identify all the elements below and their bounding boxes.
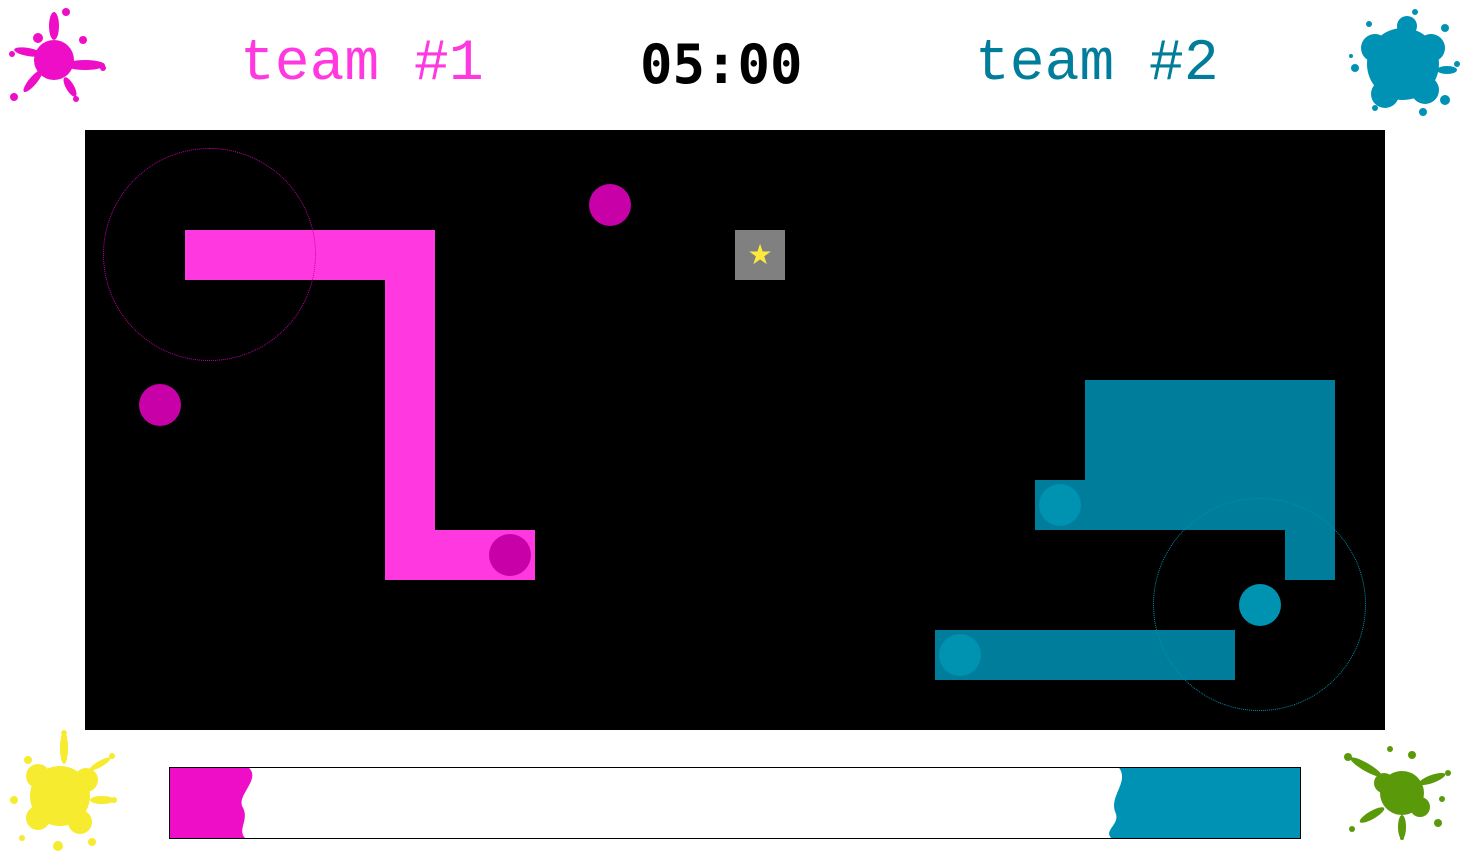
team1-paint-tile <box>385 280 435 580</box>
team1-range-ring <box>103 148 316 361</box>
team1-player[interactable] <box>489 534 531 576</box>
match-timer: 05:00 <box>640 33 803 96</box>
team2-name: team #2 <box>975 32 1219 97</box>
star-icon: ★ <box>747 238 773 271</box>
team1-player[interactable] <box>139 384 181 426</box>
team1-player[interactable] <box>589 184 631 226</box>
splat-yellow-icon <box>8 730 118 855</box>
splat-magenta-icon <box>8 8 108 103</box>
team2-player[interactable] <box>1039 484 1081 526</box>
powerup-tile[interactable]: ★ <box>735 230 785 280</box>
team2-score-fill <box>1109 768 1300 838</box>
territory-score-bar <box>169 767 1301 839</box>
team2-player[interactable] <box>939 634 981 676</box>
team1-score-fill <box>170 768 253 838</box>
team2-player[interactable] <box>1239 584 1281 626</box>
team1-name: team #1 <box>240 32 484 97</box>
splat-blue-icon <box>1345 8 1460 118</box>
splat-green-icon <box>1342 745 1454 840</box>
game-arena[interactable]: ★ <box>85 130 1385 730</box>
